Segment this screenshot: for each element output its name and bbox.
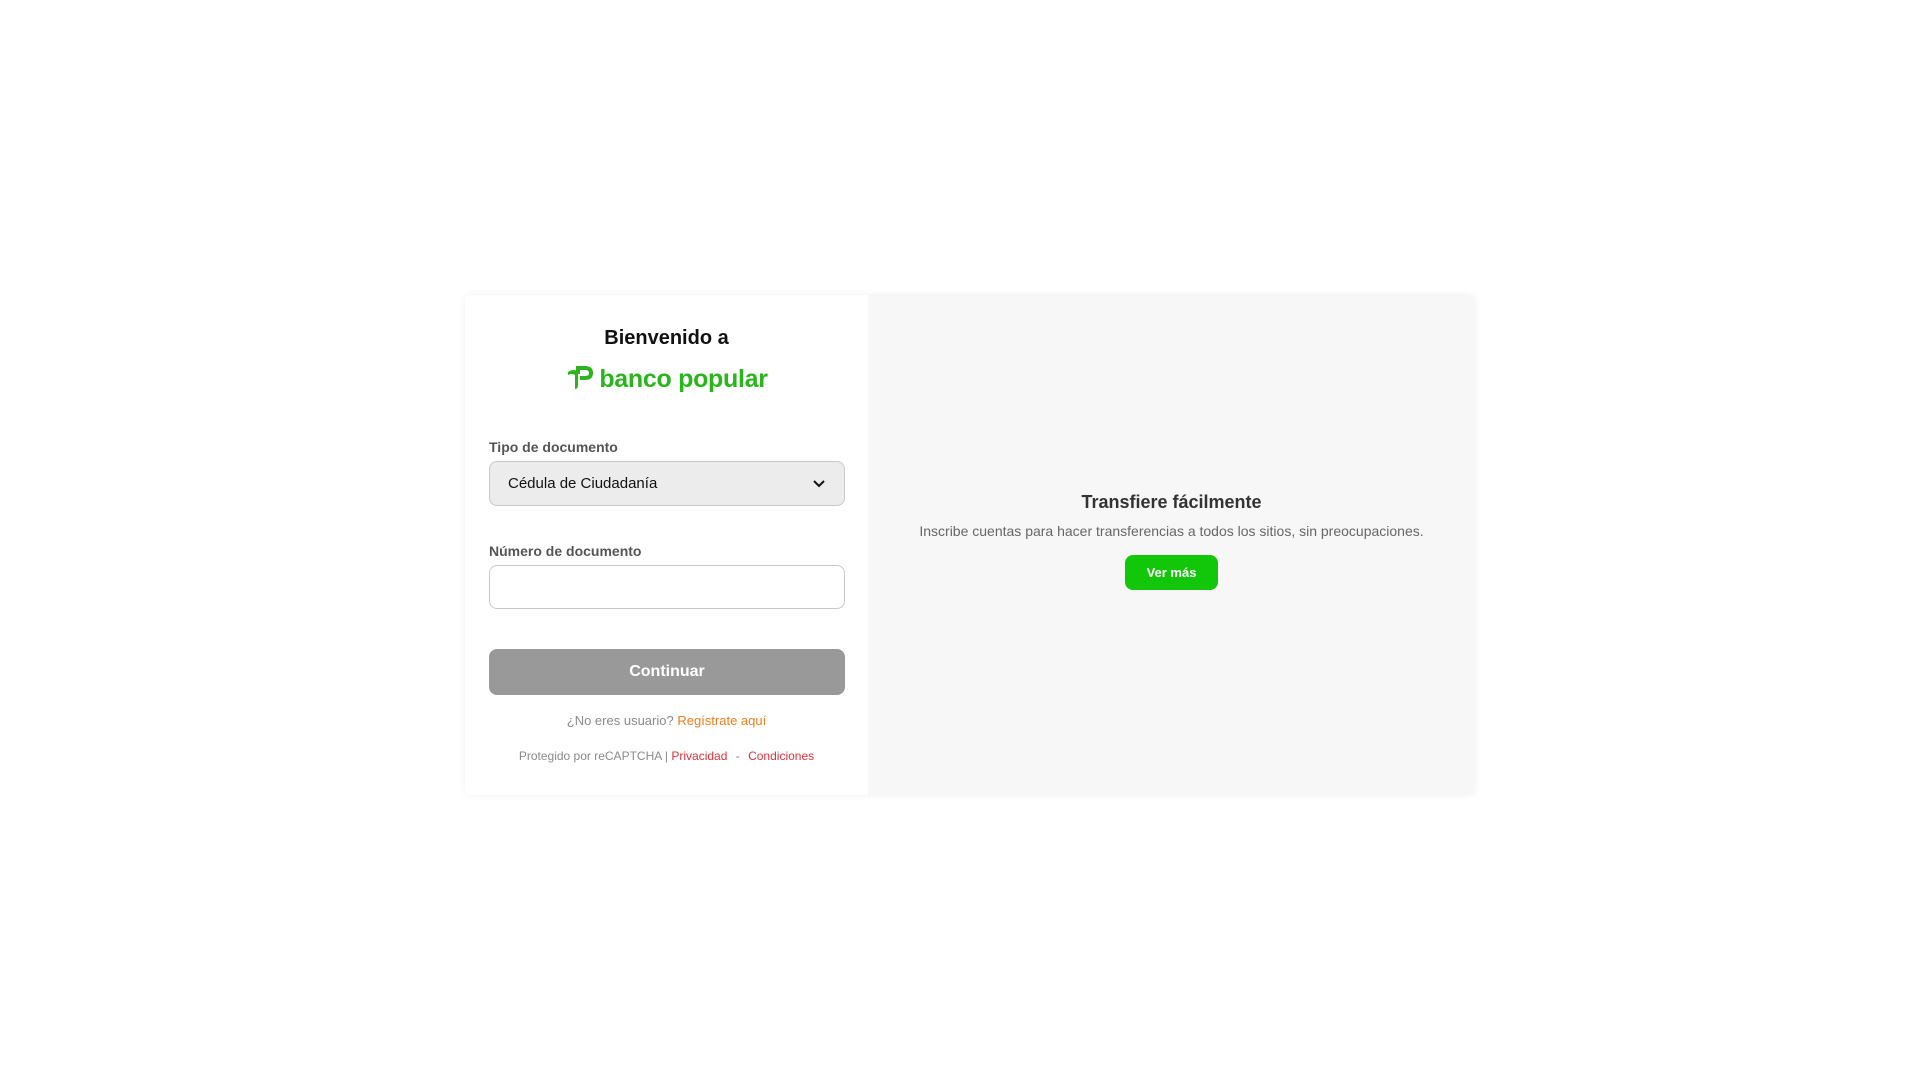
banco-popular-logo-icon	[565, 363, 595, 396]
privacy-link[interactable]: Privacidad	[671, 749, 727, 763]
doc-number-input[interactable]	[489, 565, 845, 609]
promo-text: Inscribe cuentas para hacer transferenci…	[919, 523, 1424, 539]
doc-number-label: Número de documento	[489, 543, 642, 559]
link-separator: -	[735, 749, 740, 763]
register-prompt: ¿No eres usuario?	[566, 713, 674, 728]
register-link[interactable]: Regístrate aquí	[677, 713, 766, 728]
recaptcha-line: Protegido por reCAPTCHA | Privacidad - C…	[465, 749, 868, 763]
chevron-down-icon	[812, 477, 826, 491]
doc-type-selected-value: Cédula de Ciudadanía	[508, 475, 658, 492]
brand-name: banco popular	[599, 365, 768, 393]
recaptcha-text: Protegido por reCAPTCHA |	[518, 749, 669, 763]
promo-panel: Transfiere fácilmente Inscribe cuentas p…	[868, 295, 1475, 795]
doc-type-select[interactable]: Cédula de Ciudadanía	[489, 461, 845, 506]
promo-title: Transfiere fácilmente	[1081, 492, 1262, 512]
promo-block: Transfiere fácilmente Inscribe cuentas p…	[868, 492, 1475, 590]
brand-logo: banco popular	[465, 363, 868, 396]
ver-mas-button[interactable]: Ver más	[1125, 555, 1218, 590]
doc-type-label: Tipo de documento	[489, 439, 618, 455]
login-card: Bienvenido a banco popular Tipo de docum…	[465, 295, 1475, 795]
welcome-title: Bienvenido a	[604, 327, 729, 349]
terms-link[interactable]: Condiciones	[748, 749, 814, 763]
login-panel: Bienvenido a banco popular Tipo de docum…	[465, 295, 868, 795]
continue-button[interactable]: Continuar	[489, 649, 845, 695]
register-line: ¿No eres usuario? Regístrate aquí	[465, 713, 868, 728]
